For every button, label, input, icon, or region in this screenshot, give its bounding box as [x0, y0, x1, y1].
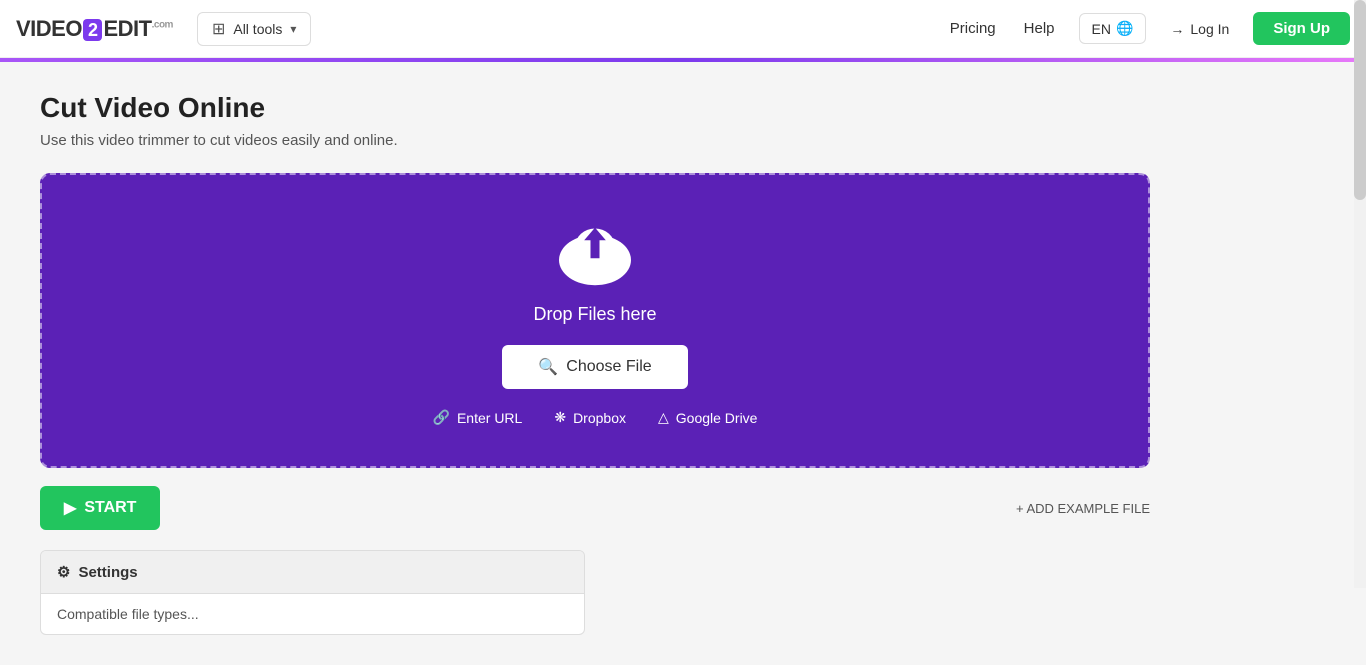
- logo-com: .com: [152, 19, 173, 30]
- logo-edit: EDIT: [103, 16, 151, 41]
- login-button[interactable]: → Log In: [1156, 15, 1243, 43]
- logo-two: 2: [83, 19, 103, 41]
- dropbox-link[interactable]: ❋ Dropbox: [554, 409, 626, 426]
- dropzone[interactable]: Drop Files here 🔍 Choose File 🔗 Enter UR…: [40, 173, 1150, 468]
- language-button[interactable]: EN 🌐: [1079, 13, 1147, 44]
- scrollbar[interactable]: [1354, 0, 1366, 588]
- upload-cloud-icon: [550, 215, 640, 292]
- enter-url-link[interactable]: 🔗 Enter URL: [433, 409, 523, 426]
- google-drive-icon: △: [658, 409, 669, 426]
- settings-gear-icon: ⚙: [57, 563, 70, 581]
- pricing-link[interactable]: Pricing: [950, 20, 996, 37]
- main-content: Cut Video Online Use this video trimmer …: [0, 62, 1366, 665]
- nav-links: Pricing Help: [950, 20, 1055, 37]
- all-tools-label: All tools: [233, 21, 282, 37]
- action-row: ▶ START + ADD EXAMPLE FILE: [40, 486, 1150, 530]
- header: VIDEO2EDIT.com ⊞ All tools ▾ Pricing Hel…: [0, 0, 1366, 58]
- all-tools-button[interactable]: ⊞ All tools ▾: [197, 12, 311, 46]
- drop-files-text: Drop Files here: [533, 304, 656, 325]
- globe-icon: 🌐: [1116, 20, 1133, 37]
- add-example-link[interactable]: + ADD EXAMPLE FILE: [1016, 501, 1150, 516]
- grid-icon: ⊞: [212, 19, 225, 39]
- logo: VIDEO2EDIT.com: [16, 16, 173, 42]
- chevron-down-icon: ▾: [290, 22, 296, 36]
- external-links: 🔗 Enter URL ❋ Dropbox △ Google Drive: [433, 409, 758, 426]
- chevron-right-icon: ▶: [64, 498, 76, 518]
- scrollbar-thumb[interactable]: [1354, 0, 1366, 200]
- settings-content: Compatible file types...: [41, 594, 584, 634]
- signup-button[interactable]: Sign Up: [1253, 12, 1350, 45]
- login-icon: →: [1170, 21, 1184, 37]
- login-label: Log In: [1190, 21, 1229, 37]
- dropbox-icon: ❋: [554, 409, 566, 426]
- help-link[interactable]: Help: [1024, 20, 1055, 37]
- link-icon: 🔗: [433, 409, 450, 426]
- logo-video: VIDEO: [16, 16, 82, 41]
- search-icon: 🔍: [538, 357, 558, 377]
- google-drive-link[interactable]: △ Google Drive: [658, 409, 757, 426]
- lang-label: EN: [1092, 21, 1111, 37]
- settings-panel: ⚙ Settings Compatible file types...: [40, 550, 585, 635]
- start-button[interactable]: ▶ START: [40, 486, 160, 530]
- choose-file-button[interactable]: 🔍 Choose File: [502, 345, 687, 389]
- page-title: Cut Video Online: [40, 92, 1326, 124]
- page-subtitle: Use this video trimmer to cut videos eas…: [40, 132, 1326, 149]
